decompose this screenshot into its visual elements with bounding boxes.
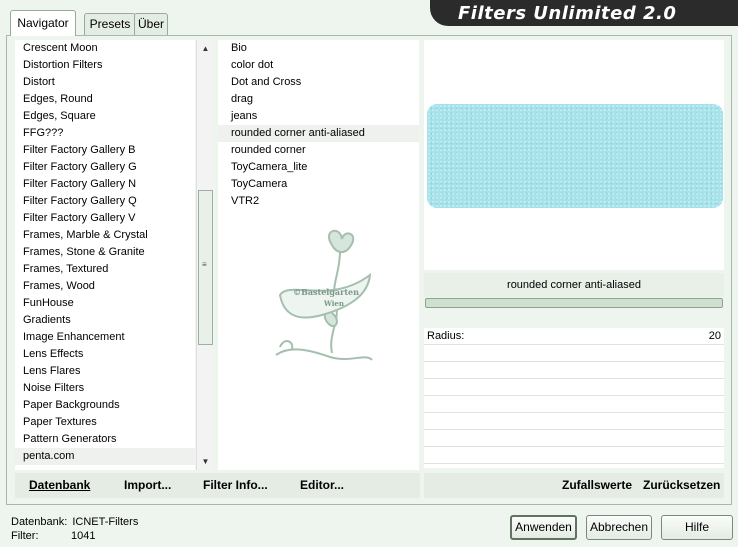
tab-label: Über [137,17,164,31]
filter-slider[interactable] [425,298,723,308]
list-item[interactable]: Filter Factory Gallery V [15,210,195,227]
list-item[interactable]: color dot [218,57,419,74]
preset-button-bar: Zufallswerte Zurücksetzen [424,473,724,498]
filter-name-label: rounded corner anti-aliased [507,279,641,291]
list-item[interactable]: Dot and Cross [218,74,419,91]
list-item[interactable]: Bio [218,40,419,57]
scroll-up-arrow-icon[interactable]: ▲ [197,40,214,57]
param-row-radius[interactable]: Radius: 20 [424,328,724,345]
help-button[interactable]: Hilfe [661,515,733,540]
param-label: Radius: [427,330,465,342]
list-item[interactable]: Filter Factory Gallery B [15,142,195,159]
params-panel: Radius: 20 [424,328,724,468]
database-button[interactable]: Datenbank [29,478,90,492]
tab-label: Presets [89,17,131,31]
list-item[interactable]: Lens Flares [15,363,195,380]
list-item[interactable]: Distortion Filters [15,57,195,74]
list-item[interactable]: Filter Factory Gallery N [15,176,195,193]
list-item[interactable]: Edges, Round [15,91,195,108]
list-item[interactable]: Frames, Wood [15,278,195,295]
tab-navigator[interactable]: Navigator [10,10,76,36]
param-row-empty [424,413,724,430]
param-row-empty [424,396,724,413]
reset-button[interactable]: Zurücksetzen [643,478,720,492]
apply-button[interactable]: Anwenden [510,515,577,540]
param-row-empty [424,447,724,464]
list-item[interactable]: rounded corner [218,142,419,159]
list-item[interactable]: Frames, Textured [15,261,195,278]
tab-label: Navigator [17,16,69,30]
scroll-down-arrow-icon[interactable]: ▼ [197,453,214,470]
param-row-empty [424,379,724,396]
list-item[interactable]: Frames, Stone & Granite [15,244,195,261]
param-value: 20 [708,330,721,342]
preview-image [427,104,723,208]
list-item[interactable]: Image Enhancement [15,329,195,346]
list-item[interactable]: drag [218,91,419,108]
app-title: Filters Unlimited 2.0 [458,3,677,24]
list-item[interactable]: Pattern Generators [15,431,195,448]
list-item[interactable]: Filter Factory Gallery G [15,159,195,176]
list-item[interactable]: FunHouse [15,295,195,312]
category-scrollbar[interactable]: ▲ ≡ ▼ [196,40,213,470]
list-item[interactable]: rounded corner anti-aliased [218,125,419,142]
list-item[interactable]: Paper Backgrounds [15,397,195,414]
list-item[interactable]: ToyCamera [218,176,419,193]
status-label: Datenbank: [11,516,68,528]
import-button[interactable]: Import... [124,478,171,492]
list-item[interactable]: Distort [15,74,195,91]
svg-text:©Bastelgarten: ©Bastelgarten [293,287,359,297]
random-values-button[interactable]: Zufallswerte [562,478,632,492]
navigator-button-bar: Datenbank Import... Filter Info... Edito… [15,473,420,498]
watermark-logo: ©Bastelgarten Wien [275,229,373,361]
param-row-empty [424,345,724,362]
status-value: 1041 [71,530,96,542]
grip-icon: ≡ [202,260,207,269]
status-label: Filter: [11,530,39,542]
list-item[interactable]: Lens Effects [15,346,195,363]
svg-text:Wien: Wien [323,299,344,308]
list-item[interactable]: Frames, Marble & Crystal [15,227,195,244]
scroll-thumb[interactable]: ≡ [198,190,213,345]
current-filter-name: rounded corner anti-aliased [424,273,724,297]
category-list[interactable]: Crescent Moon Distortion Filters Distort Ed… [15,40,195,470]
list-item[interactable]: penta.com [15,448,195,465]
cancel-button[interactable]: Abbrechen [586,515,652,540]
list-item[interactable]: Gradients [15,312,195,329]
tab-uber[interactable]: Über [134,13,168,35]
list-item[interactable]: ToyCamera_lite [218,159,419,176]
param-row-empty [424,362,724,379]
list-item[interactable]: Noise Filters [15,380,195,397]
status-database: Datenbank: ICNET-Filters [11,516,138,528]
list-item[interactable]: VTR2 [218,193,419,210]
list-item[interactable]: jeans [218,108,419,125]
list-item[interactable]: FFG??? [15,125,195,142]
list-item[interactable]: Crescent Moon [15,40,195,57]
filter-info-button[interactable]: Filter Info... [203,478,268,492]
status-value: ICNET-Filters [72,516,139,528]
editor-button[interactable]: Editor... [300,478,344,492]
list-item[interactable]: Edges, Square [15,108,195,125]
param-row-empty [424,430,724,447]
list-item[interactable]: Filter Factory Gallery Q [15,193,195,210]
list-item[interactable]: Paper Textures [15,414,195,431]
tab-presets[interactable]: Presets [84,13,136,35]
status-filter: Filter: 1041 [11,530,95,542]
